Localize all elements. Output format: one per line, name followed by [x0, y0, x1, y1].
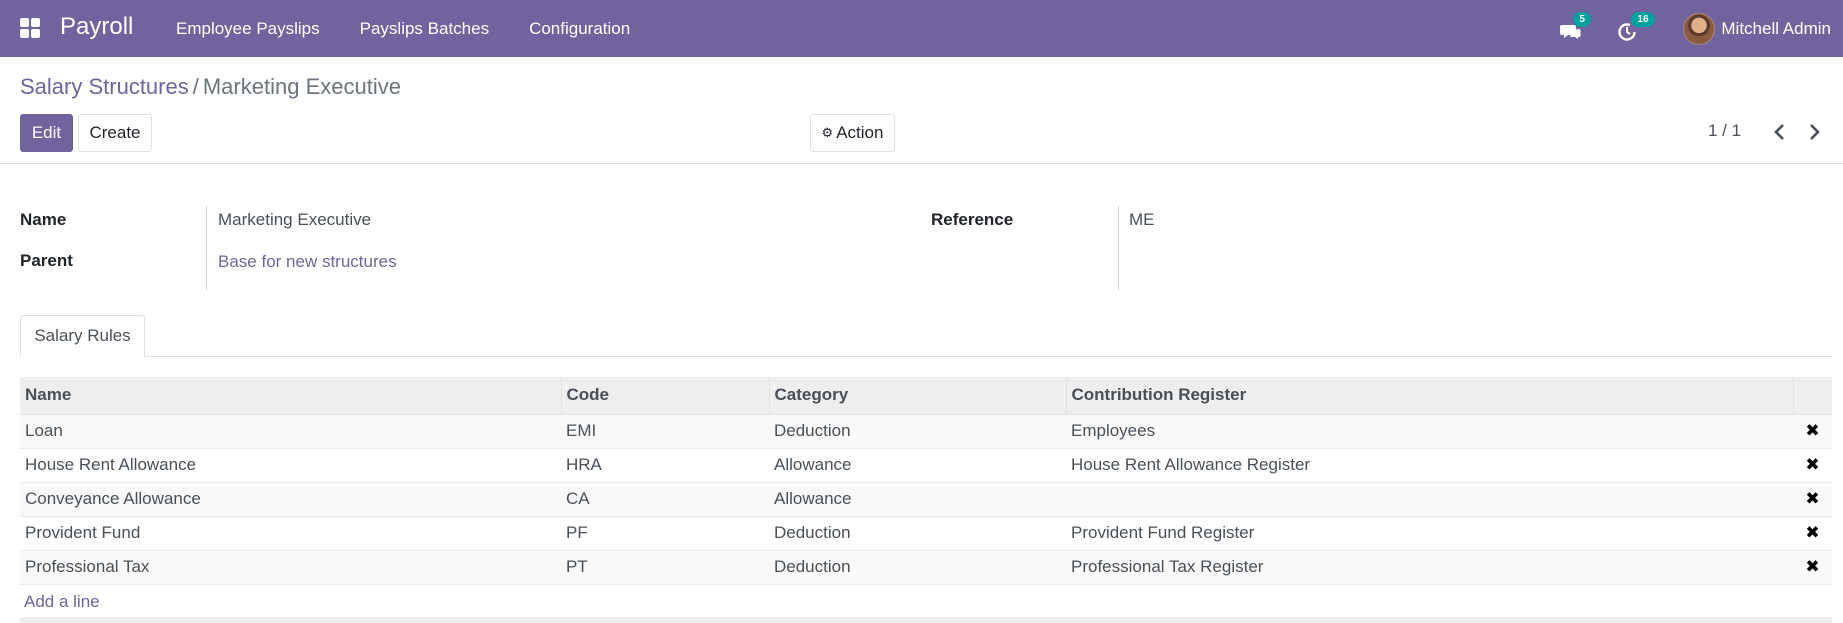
- cell-register: Professional Tax Register: [1066, 550, 1793, 585]
- control-panel-divider: [0, 163, 1843, 164]
- name-value: Marketing Executive: [218, 210, 372, 229]
- activities-button[interactable]: 16: [1617, 11, 1655, 42]
- chevron-left-icon: [1774, 124, 1784, 140]
- reference-value: ME: [1129, 210, 1155, 229]
- pager-next-button[interactable]: [1804, 121, 1824, 143]
- column-header[interactable]: Code: [561, 377, 770, 415]
- menu-employee-payslips[interactable]: Employee Payslips: [176, 19, 320, 39]
- apps-grid-icon[interactable]: [20, 18, 40, 38]
- menu-payslips-batches[interactable]: Payslips Batches: [360, 19, 489, 39]
- cell-code: PT: [561, 550, 769, 585]
- delete-row-button[interactable]: ✖: [1793, 482, 1832, 517]
- breadcrumb-salary-structures[interactable]: Salary Structures: [20, 74, 189, 99]
- cell-code: EMI: [561, 414, 769, 449]
- cell-category: Deduction: [769, 550, 1066, 585]
- table-row[interactable]: House Rent Allowance HRA Allowance House Re…: [20, 448, 1832, 483]
- pager-value[interactable]: 1 / 1: [1708, 121, 1741, 141]
- action-label: Action: [836, 123, 884, 142]
- cell-code: PF: [561, 516, 769, 551]
- cell-name: Professional Tax: [20, 550, 561, 585]
- chevron-right-icon: [1810, 124, 1820, 140]
- column-header-actions: [1793, 377, 1832, 415]
- action-button[interactable]: ⚙ Action: [810, 114, 895, 152]
- close-icon: ✖: [1805, 557, 1820, 576]
- user-menu[interactable]: Mitchell Admin: [1721, 19, 1831, 39]
- column-header[interactable]: Contribution Register: [1066, 377, 1794, 415]
- parent-link[interactable]: Base for new structures: [218, 252, 397, 272]
- name-label: Name: [20, 210, 67, 229]
- delete-row-button[interactable]: ✖: [1793, 516, 1832, 551]
- cell-category: Allowance: [769, 482, 1066, 517]
- gear-icon: ⚙: [821, 125, 834, 140]
- table-row[interactable]: Conveyance Allowance CA Allowance ✖: [20, 482, 1832, 517]
- cell-register: Employees: [1066, 414, 1793, 449]
- systray: 5 16 Mitchell Admin: [1559, 0, 1843, 57]
- app-brand[interactable]: Payroll: [60, 13, 133, 41]
- cell-name: House Rent Allowance: [20, 448, 561, 483]
- add-line-link[interactable]: Add a line: [24, 592, 100, 612]
- column-header[interactable]: Category: [769, 377, 1067, 415]
- cell-name: Conveyance Allowance: [20, 482, 561, 517]
- cell-category: Allowance: [769, 448, 1066, 483]
- table-body: Loan EMI Deduction Employees ✖ House Rent All…: [20, 414, 1832, 585]
- table-row[interactable]: Provident Fund PF Deduction Provident Fund …: [20, 516, 1832, 551]
- pager-previous-button[interactable]: [1770, 121, 1790, 143]
- close-icon: ✖: [1805, 455, 1820, 474]
- cell-category: Deduction: [769, 516, 1066, 551]
- messages-button[interactable]: 5: [1559, 11, 1591, 42]
- table-footer: [20, 617, 1832, 623]
- create-button[interactable]: Create: [78, 114, 152, 152]
- table-row[interactable]: Loan EMI Deduction Employees ✖: [20, 414, 1832, 449]
- messages-count-badge: 5: [1573, 11, 1591, 27]
- parent-label: Parent: [20, 251, 73, 270]
- delete-row-button[interactable]: ✖: [1793, 448, 1832, 483]
- menu-configuration[interactable]: Configuration: [529, 19, 630, 39]
- edit-button[interactable]: Edit: [20, 114, 73, 152]
- tab-baseline: [20, 356, 1832, 357]
- main-menu: Employee Payslips Payslips Batches Confi…: [176, 19, 670, 39]
- table-header-row: Name Code Category Contribution Register: [20, 377, 1832, 415]
- salary-rules-table: Name Code Category Contribution Register Lo…: [20, 377, 1832, 585]
- column-header[interactable]: Name: [20, 377, 562, 415]
- top-navbar: Payroll Employee Payslips Payslips Batch…: [0, 0, 1843, 57]
- activities-count-badge: 16: [1631, 11, 1655, 27]
- close-icon: ✖: [1805, 489, 1820, 508]
- close-icon: ✖: [1805, 523, 1820, 542]
- delete-row-button[interactable]: ✖: [1793, 414, 1832, 449]
- cell-code: HRA: [561, 448, 769, 483]
- tab-salary-rules[interactable]: Salary Rules: [20, 315, 145, 357]
- cell-register: Provident Fund Register: [1066, 516, 1793, 551]
- breadcrumb-current: Marketing Executive: [202, 74, 401, 99]
- cell-register: [1066, 482, 1793, 517]
- user-avatar[interactable]: [1683, 12, 1716, 45]
- cell-register: House Rent Allowance Register: [1066, 448, 1793, 483]
- cell-name: Loan: [20, 414, 561, 449]
- cell-name: Provident Fund: [20, 516, 561, 551]
- reference-label: Reference: [931, 210, 1014, 229]
- field-divider: [206, 206, 207, 290]
- close-icon: ✖: [1805, 421, 1820, 440]
- breadcrumb: Salary Structures / Marketing Executive: [20, 74, 401, 100]
- field-divider: [1118, 206, 1119, 290]
- cell-category: Deduction: [769, 414, 1066, 449]
- breadcrumb-separator: /: [192, 74, 199, 99]
- table-row[interactable]: Professional Tax PT Deduction Professional …: [20, 550, 1832, 585]
- delete-row-button[interactable]: ✖: [1793, 550, 1832, 585]
- cell-code: CA: [561, 482, 769, 517]
